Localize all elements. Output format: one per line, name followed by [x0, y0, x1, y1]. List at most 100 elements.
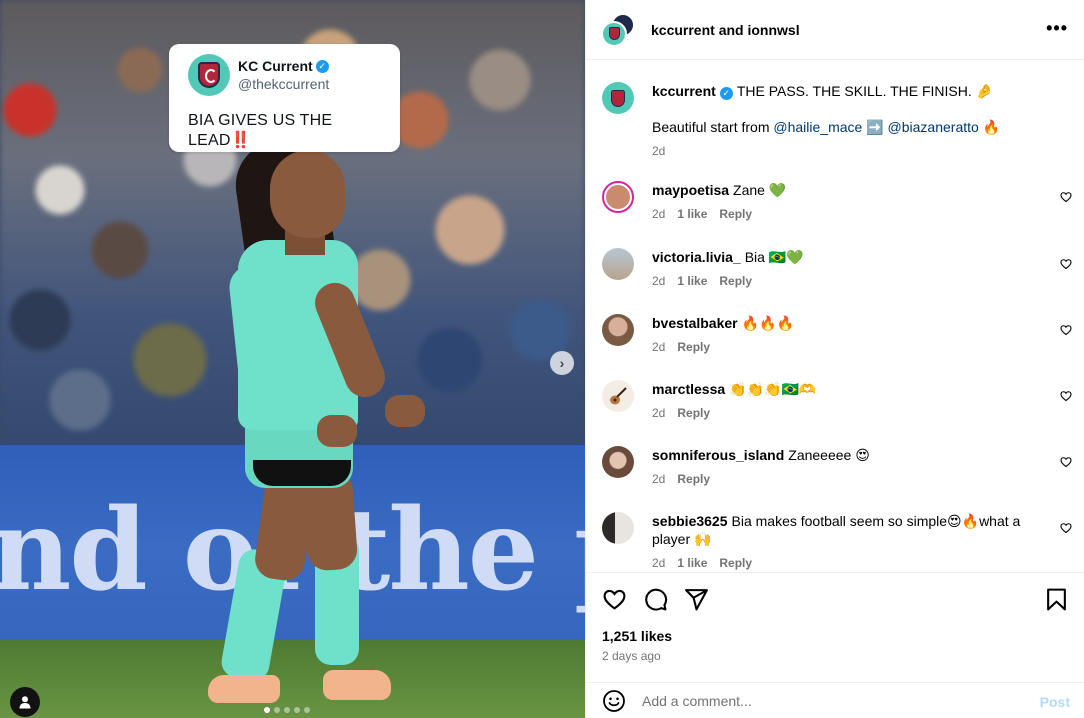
- comment-text: victoria.livia_ Bia 🇧🇷💚: [652, 249, 804, 265]
- emoji-icon[interactable]: [602, 689, 626, 713]
- caption-text: kccurrent ✓ THE PASS. THE SKILL. THE FINIS…: [652, 83, 994, 100]
- reply-button[interactable]: Reply: [677, 406, 710, 420]
- comment-username[interactable]: maypoetisa: [652, 182, 729, 198]
- comment-timestamp[interactable]: 2d: [652, 340, 665, 354]
- comment-row: maypoetisa Zane 💚 2d 1 like Reply: [602, 181, 1072, 221]
- caption-timestamp[interactable]: 2d: [652, 144, 665, 158]
- comment-username[interactable]: victoria.livia_: [652, 249, 741, 265]
- comment-timestamp[interactable]: 2d: [652, 472, 665, 486]
- comment-username[interactable]: bvestalbaker: [652, 315, 738, 331]
- comment-row: marctlessa 👏👏👏🇧🇷🫶 2d Reply: [602, 380, 1072, 420]
- post-age[interactable]: 2 days ago: [602, 649, 661, 663]
- comment-text: bvestalbaker 🔥🔥🔥: [652, 315, 794, 331]
- carousel-dot: [304, 707, 310, 713]
- carousel-dot: [274, 707, 280, 713]
- comment-likes[interactable]: 1 like: [677, 274, 707, 288]
- comment-text: maypoetisa Zane 💚: [652, 182, 787, 198]
- like-comment-heart-icon[interactable]: [1060, 258, 1072, 270]
- comment-meta: 2d Reply: [652, 472, 1047, 486]
- comment-row: somniferous_island Zaneeeee 😍 2d Reply: [602, 446, 1072, 486]
- comment-timestamp[interactable]: 2d: [652, 274, 665, 288]
- caption-username[interactable]: kccurrent: [652, 83, 716, 99]
- tweet-author-name: KC Current ✓: [238, 58, 329, 74]
- verified-badge-icon: ✓: [719, 86, 733, 100]
- kc-crest-icon: [608, 27, 620, 40]
- comment-meta: 2d Reply: [652, 406, 1047, 420]
- comment-composer: Post: [586, 682, 1084, 718]
- avatar[interactable]: [602, 512, 634, 544]
- guitar-icon: [610, 387, 627, 405]
- post-actions: 1,251 likes 2 days ago: [586, 572, 1084, 672]
- comment-timestamp[interactable]: 2d: [652, 406, 665, 420]
- bookmark-icon[interactable]: [1044, 587, 1069, 612]
- avatar[interactable]: [602, 181, 634, 213]
- comment-bubble-icon[interactable]: [643, 587, 668, 612]
- kc-current-avatar: [188, 54, 230, 96]
- likes-count[interactable]: 1,251 likes: [602, 628, 672, 644]
- comments-list[interactable]: kccurrent ✓ THE PASS. THE SKILL. THE FINIS…: [586, 60, 1084, 572]
- like-comment-heart-icon[interactable]: [1060, 324, 1072, 336]
- comment-likes[interactable]: 1 like: [677, 207, 707, 221]
- avatar[interactable]: [602, 446, 634, 478]
- kc-crest-icon: [611, 89, 625, 107]
- comment-meta: 2d 1 like Reply: [652, 274, 1047, 288]
- kc-crest-icon: [198, 62, 220, 88]
- collab-avatars[interactable]: [601, 12, 635, 47]
- like-comment-heart-icon[interactable]: [1060, 522, 1072, 534]
- comment-text: marctlessa 👏👏👏🇧🇷🫶: [652, 381, 817, 397]
- player-figure: [205, 134, 445, 710]
- post-header: kccurrent and ionnwsl •••: [586, 0, 1084, 60]
- mention-link[interactable]: @hailie_mace: [773, 119, 862, 135]
- kccurrent-avatar[interactable]: [602, 82, 634, 114]
- more-options-icon[interactable]: •••: [1046, 18, 1068, 39]
- verified-badge-icon: ✓: [315, 59, 329, 73]
- caption-credits: Beautiful start from @hailie_mace ➡️ @bi…: [652, 119, 1001, 135]
- comment-text: somniferous_island Zaneeeee 😍: [652, 447, 870, 463]
- comment-timestamp[interactable]: 2d: [652, 556, 665, 570]
- kccurrent-avatar[interactable]: [601, 20, 627, 47]
- comment-meta: 2d Reply: [652, 340, 1047, 354]
- comment-text: sebbie3625 Bia makes football seem so sim…: [652, 513, 1021, 547]
- caption-meta: 2d: [652, 144, 1047, 158]
- carousel-dot: [294, 707, 300, 713]
- tweet-author-handle: @thekccurrent: [238, 76, 330, 92]
- comment-input[interactable]: [642, 692, 1012, 709]
- tweet-card: KC Current ✓ @thekccurrent BIA GIVES US …: [169, 44, 400, 152]
- comment-likes[interactable]: 1 like: [677, 556, 707, 570]
- comment-row: bvestalbaker 🔥🔥🔥 2d Reply: [602, 314, 1072, 354]
- carousel-dot: [264, 707, 270, 713]
- carousel-indicator: [264, 707, 310, 713]
- comment-row: sebbie3625 Bia makes football seem so sim…: [602, 512, 1072, 570]
- comment-username[interactable]: marctlessa: [652, 381, 725, 397]
- comment-row: victoria.livia_ Bia 🇧🇷💚 2d 1 like Reply: [602, 248, 1072, 288]
- mention-link[interactable]: @biazaneratto: [888, 119, 979, 135]
- comment-username[interactable]: sebbie3625: [652, 513, 728, 529]
- reply-button[interactable]: Reply: [719, 274, 752, 288]
- comment-meta: 2d 1 like Reply: [652, 207, 1047, 221]
- post-comment-button[interactable]: Post: [1040, 694, 1070, 710]
- post-media[interactable]: nd of the pi: [0, 0, 585, 718]
- comment-timestamp[interactable]: 2d: [652, 207, 665, 221]
- like-comment-heart-icon[interactable]: [1060, 456, 1072, 468]
- tagged-users-button[interactable]: [10, 687, 40, 717]
- reply-button[interactable]: Reply: [677, 472, 710, 486]
- caption: kccurrent ✓ THE PASS. THE SKILL. THE FINIS…: [602, 82, 1072, 158]
- post-authors[interactable]: kccurrent and ionnwsl: [651, 22, 800, 38]
- comment-username[interactable]: somniferous_island: [652, 447, 784, 463]
- reply-button[interactable]: Reply: [719, 207, 752, 221]
- carousel-dot: [284, 707, 290, 713]
- reply-button[interactable]: Reply: [719, 556, 752, 570]
- like-comment-heart-icon[interactable]: [1060, 390, 1072, 402]
- like-comment-heart-icon[interactable]: [1060, 191, 1072, 203]
- avatar[interactable]: [602, 314, 634, 346]
- next-slide-button[interactable]: ›: [550, 351, 574, 375]
- share-send-icon[interactable]: [684, 587, 709, 612]
- avatar[interactable]: [602, 380, 634, 412]
- reply-button[interactable]: Reply: [677, 340, 710, 354]
- comment-meta: 2d 1 like Reply: [652, 556, 1047, 570]
- user-icon: [19, 696, 31, 709]
- like-heart-icon[interactable]: [602, 587, 627, 612]
- tweet-text: BIA GIVES US THE LEAD‼️: [188, 112, 333, 149]
- avatar[interactable]: [602, 248, 634, 280]
- post-panel: kccurrent and ionnwsl ••• kccurrent ✓ THE …: [585, 0, 1084, 718]
